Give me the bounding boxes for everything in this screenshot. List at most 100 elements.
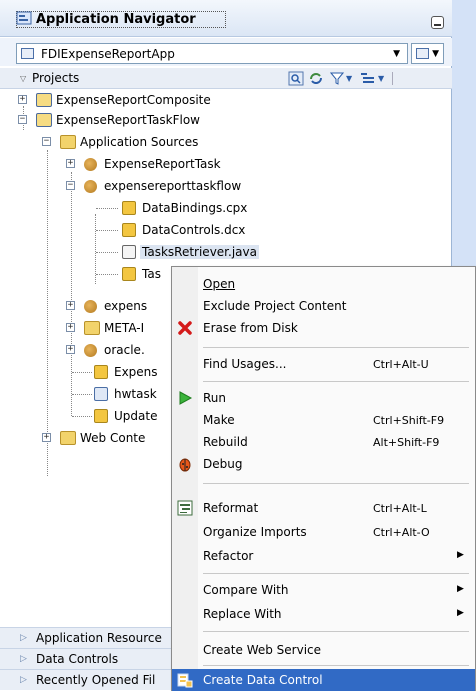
- tree-guide: [96, 252, 118, 253]
- menu-separator: [203, 665, 469, 666]
- menu-item-organize-imports[interactable]: Organize Imports Ctrl+Alt-O: [172, 521, 475, 543]
- menu-item-label: Run: [203, 391, 227, 405]
- application-menu-icon: [416, 48, 429, 59]
- folder-icon: [84, 321, 100, 335]
- submenu-arrow-icon: ▶: [457, 608, 464, 618]
- tree-item-label: Tas: [142, 267, 161, 281]
- search-icon[interactable]: [288, 71, 304, 86]
- collapse-icon[interactable]: −: [42, 137, 51, 146]
- tree-item-label: ExpenseReportComposite: [56, 93, 211, 107]
- sort-icon[interactable]: [360, 71, 376, 86]
- file-icon: [122, 267, 136, 281]
- menu-item-create-web-service[interactable]: Create Web Service: [172, 639, 475, 661]
- tree-item[interactable]: DataBindings.cpx: [0, 198, 300, 219]
- expand-icon[interactable]: +: [18, 95, 27, 104]
- menu-item-open[interactable]: Open: [172, 273, 475, 295]
- tree-guide: [96, 208, 118, 209]
- menu-item-label: Compare With: [203, 583, 289, 597]
- menu-item-make[interactable]: Make Ctrl+Shift-F9: [172, 409, 475, 431]
- tree-item-selected[interactable]: TasksRetriever.java: [0, 242, 300, 263]
- projects-label: Projects: [32, 71, 80, 85]
- refresh-icon[interactable]: [308, 71, 324, 86]
- tree-item-label: META-I: [104, 321, 145, 335]
- submenu-arrow-icon: ▶: [457, 584, 464, 594]
- expand-triangle-icon: ▷: [20, 633, 27, 643]
- tree-item[interactable]: + ExpenseReportTask: [0, 154, 300, 175]
- navigator-title-bar: Application Navigator: [0, 0, 452, 37]
- folder-icon: [60, 431, 76, 445]
- menu-item-label: Exclude Project Content: [203, 299, 347, 313]
- menu-item-replace-with[interactable]: Replace With ▶: [172, 603, 475, 625]
- menu-item-erase-from-disk[interactable]: Erase from Disk: [172, 317, 475, 339]
- package-icon: [84, 180, 97, 193]
- submenu-arrow-icon: ▶: [457, 550, 464, 560]
- menu-item-run[interactable]: Run: [172, 387, 475, 409]
- toolbar-divider: [392, 72, 393, 85]
- menu-item-compare-with[interactable]: Compare With ▶: [172, 579, 475, 601]
- context-menu: Open Exclude Project Content Erase from …: [171, 266, 476, 691]
- debug-bug-icon: [179, 458, 191, 472]
- expand-triangle-icon: ▷: [20, 654, 27, 664]
- accordion-label: Recently Opened Fil: [36, 673, 156, 687]
- menu-item-label: Replace With: [203, 607, 282, 621]
- tree-item[interactable]: − expensereporttaskflow: [0, 176, 300, 197]
- menu-item-refactor[interactable]: Refactor ▶: [172, 545, 475, 567]
- menu-item-create-data-control[interactable]: Create Data Control: [172, 669, 475, 691]
- menu-item-shortcut: Alt+Shift-F9: [373, 436, 440, 449]
- folder-icon: [60, 135, 76, 149]
- package-icon: [84, 300, 97, 313]
- menu-item-label: Reformat: [203, 501, 259, 515]
- package-icon: [84, 158, 97, 171]
- collapse-triangle-icon: ▽: [20, 74, 27, 83]
- menu-item-reformat[interactable]: Reformat Ctrl+Alt-L: [172, 497, 475, 519]
- tree-guide: [72, 416, 92, 417]
- file-icon: [122, 223, 136, 237]
- xml-file-icon: [94, 387, 108, 401]
- menu-item-label: Debug: [203, 457, 243, 471]
- projects-header[interactable]: ▽ Projects ▼ ▼: [0, 68, 452, 89]
- collapse-icon[interactable]: −: [18, 115, 27, 124]
- filter-dropdown-icon[interactable]: ▼: [346, 74, 352, 89]
- tree-guide: [96, 230, 118, 231]
- tree-guide: [72, 394, 92, 395]
- tree-item-label: expensereporttaskflow: [104, 179, 242, 193]
- menu-item-exclude-project-content[interactable]: Exclude Project Content: [172, 295, 475, 317]
- file-icon: [94, 409, 108, 423]
- minimize-button[interactable]: [431, 16, 444, 29]
- application-menu-button[interactable]: ▼: [411, 43, 444, 64]
- menu-item-rebuild[interactable]: Rebuild Alt+Shift-F9: [172, 431, 475, 453]
- tree-item[interactable]: DataControls.dcx: [0, 220, 300, 241]
- menu-item-shortcut: Ctrl+Alt-U: [373, 358, 429, 371]
- expand-icon[interactable]: +: [66, 345, 75, 354]
- tree-item[interactable]: + ExpenseReportComposite: [0, 90, 300, 111]
- tree-item[interactable]: − ExpenseReportTaskFlow: [0, 110, 300, 131]
- filter-icon[interactable]: [330, 71, 344, 86]
- menu-item-find-usages[interactable]: Find Usages... Ctrl+Alt-U: [172, 353, 475, 375]
- tree-item-label: expens: [104, 299, 148, 313]
- expand-icon[interactable]: +: [66, 159, 75, 168]
- menu-item-label: Find Usages...: [203, 357, 287, 371]
- menu-item-shortcut: Ctrl+Alt-O: [373, 526, 430, 539]
- tree-guide: [96, 274, 118, 275]
- tree-guide: [72, 372, 92, 373]
- project-icon: [36, 93, 52, 107]
- file-icon: [94, 365, 108, 379]
- sort-dropdown-icon[interactable]: ▼: [378, 74, 384, 89]
- tree-item[interactable]: − Application Sources: [0, 132, 300, 153]
- expand-icon[interactable]: +: [66, 301, 75, 310]
- chevron-down-icon: ▼: [432, 49, 439, 59]
- menu-separator: [203, 381, 469, 382]
- application-name: FDIExpenseReportApp: [41, 47, 175, 61]
- expand-icon[interactable]: +: [66, 323, 75, 332]
- collapse-icon[interactable]: −: [66, 181, 75, 190]
- menu-item-label: Rebuild: [203, 435, 248, 449]
- application-selector[interactable]: FDIExpenseReportApp ▼: [16, 43, 408, 64]
- delete-x-icon: [178, 321, 192, 335]
- tree-item-label: ExpenseReportTaskFlow: [56, 113, 200, 127]
- menu-separator: [203, 483, 469, 484]
- tree-item-label: DataControls.dcx: [142, 223, 246, 237]
- application-bar: FDIExpenseReportApp ▼ ▼: [0, 38, 452, 66]
- menu-item-debug[interactable]: Debug: [172, 453, 475, 475]
- menu-item-label: Refactor: [203, 549, 254, 563]
- expand-icon[interactable]: +: [42, 433, 51, 442]
